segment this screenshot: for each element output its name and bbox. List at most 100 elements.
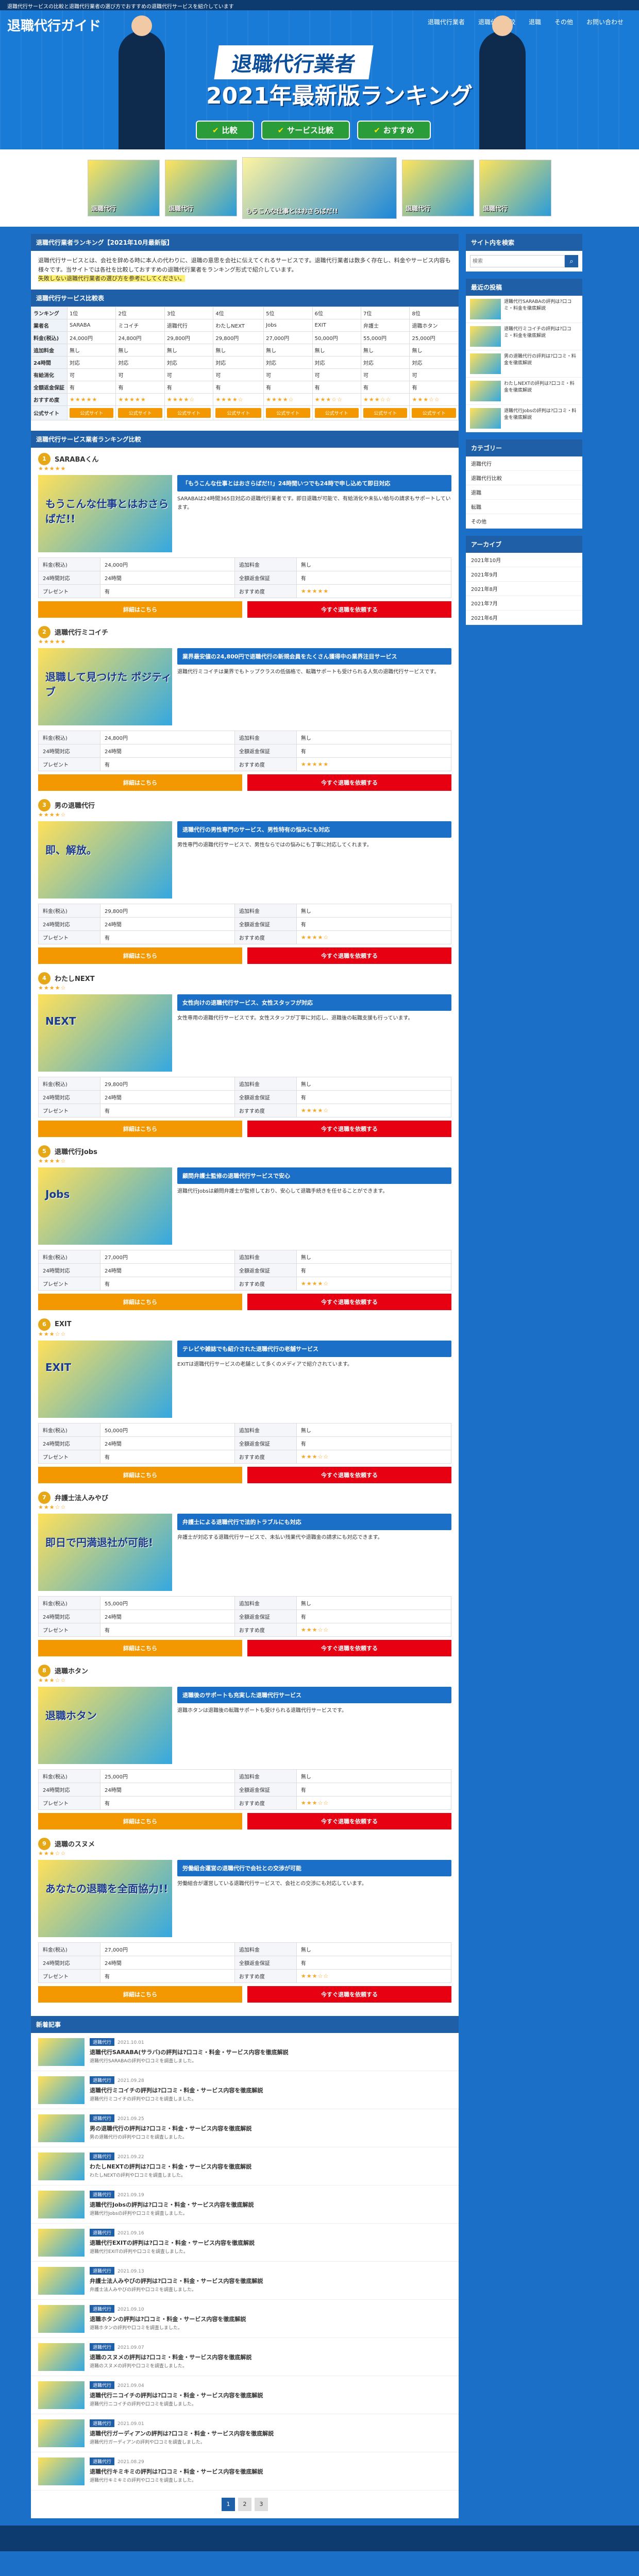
nav-item[interactable]: 退職代行業者 [428, 18, 465, 26]
official-site-button[interactable]: 公式サイト [266, 408, 310, 418]
news-item[interactable]: 退職代行 2021.09.25 男の退職代行の評判は?口コミ・料金・サービス内容を徹… [31, 2109, 459, 2147]
news-item[interactable]: 退職代行 2021.09.13 弁護士法人みやびの評判は?口コミ・料金・サービス内容… [31, 2262, 459, 2300]
sidebar-archive-link[interactable]: 2021年10月 [466, 553, 582, 567]
banner-feature[interactable]: もうこんな仕事とはおさらばだ!! [242, 157, 397, 219]
sidebar-recent-item[interactable]: 退職代行Jobsの評判は?口コミ・料金を徹底解説 [466, 405, 582, 432]
news-item[interactable]: 退職代行 2021.09.16 退職代行EXITの評判は?口コミ・料金・サービス内容… [31, 2224, 459, 2262]
page-button[interactable]: 2 [238, 2497, 251, 2511]
sidebar-recent-item[interactable]: 退職代行SARABAの評判は?口コミ・料金を徹底解説 [466, 296, 582, 323]
details-button[interactable]: 詳細はこちら [38, 1466, 242, 1483]
details-button[interactable]: 詳細はこちら [38, 947, 242, 964]
official-site-button[interactable]: 公式サイト [314, 408, 359, 418]
ranking-item-image[interactable]: NEXT [38, 994, 172, 1072]
ranking-item-name[interactable]: 退職のスヌメ [55, 1839, 95, 1849]
news-title[interactable]: 退職代行ミコイチの評判は?口コミ・料金・サービス内容を徹底解説 [90, 2086, 263, 2094]
news-title[interactable]: 退職代行Jobsの評判は?口コミ・料金・サービス内容を徹底解説 [90, 2200, 254, 2209]
details-button[interactable]: 詳細はこちら [38, 1293, 242, 1310]
banner-thumb[interactable]: 退職代行 [402, 160, 474, 216]
page-button[interactable]: 3 [255, 2497, 268, 2511]
sidebar-category-link[interactable]: 退職代行比較 [466, 471, 582, 485]
news-item[interactable]: 退職代行 2021.10.01 退職代行SARABA(サラバ)の評判は?口コミ・料金… [31, 2033, 459, 2071]
banner-thumb[interactable]: 退職代行 [88, 160, 160, 216]
news-item[interactable]: 退職代行 2021.09.19 退職代行Jobsの評判は?口コミ・料金・サービス内容… [31, 2185, 459, 2224]
intro-highlight[interactable]: 失敗しない退職代行業者の選び方を参考にしてください。 [38, 275, 186, 282]
apply-button[interactable]: 今すぐ退職を依頼する [247, 601, 451, 618]
details-button[interactable]: 詳細はこちら [38, 601, 242, 618]
ranking-item-image[interactable]: 退職ホタン [38, 1686, 172, 1764]
sidebar-category-link[interactable]: 転職 [466, 500, 582, 514]
news-item[interactable]: 退職代行 2021.08.29 退職代行キミキミの評判は?口コミ・料金・サービス内容… [31, 2452, 459, 2490]
ranking-item-name[interactable]: SARABAくん [55, 454, 98, 464]
ranking-item-image[interactable]: 即、解放。 [38, 821, 172, 899]
sidebar-category-link[interactable]: その他 [466, 514, 582, 529]
news-item[interactable]: 退職代行 2021.09.28 退職代行ミコイチの評判は?口コミ・料金・サービス内容… [31, 2071, 459, 2109]
details-button[interactable]: 詳細はこちら [38, 1986, 242, 2003]
ranking-item-image[interactable]: もうこんな仕事とはおさらばだ!! [38, 474, 172, 552]
official-site-button[interactable]: 公式サイト [118, 408, 162, 418]
nav-item[interactable]: 退職 [529, 18, 541, 26]
news-title[interactable]: 退職ホタンの評判は?口コミ・料金・サービス内容を徹底解説 [90, 2315, 246, 2323]
search-icon[interactable]: ⌕ [565, 255, 578, 267]
sidebar-recent-item[interactable]: 男の退職代行の評判は?口コミ・料金を徹底解説 [466, 350, 582, 378]
official-site-button[interactable]: 公式サイト [363, 408, 408, 418]
apply-button[interactable]: 今すぐ退職を依頼する [247, 947, 451, 964]
ranking-item-image[interactable]: Jobs [38, 1167, 172, 1245]
sidebar-recent-item[interactable]: 退職代行ミコイチの評判は?口コミ・料金を徹底解説 [466, 323, 582, 350]
ranking-item-name[interactable]: 退職代行ミコイチ [55, 627, 108, 637]
details-button[interactable]: 詳細はこちら [38, 774, 242, 791]
ranking-item-image[interactable]: 退職して見つけた ポジティブ [38, 648, 172, 725]
sidebar-archive-link[interactable]: 2021年8月 [466, 582, 582, 596]
news-title[interactable]: 男の退職代行の評判は?口コミ・料金・サービス内容を徹底解説 [90, 2124, 251, 2132]
news-title[interactable]: 弁護士法人みやびの評判は?口コミ・料金・サービス内容を徹底解説 [90, 2277, 263, 2285]
news-item[interactable]: 退職代行 2021.09.04 退職代行ニコイチの評判は?口コミ・料金・サービス内容… [31, 2376, 459, 2414]
apply-button[interactable]: 今すぐ退職を依頼する [247, 1812, 451, 1829]
news-title[interactable]: 退職代行キミキミの評判は?口コミ・料金・サービス内容を徹底解説 [90, 2467, 263, 2476]
search-input[interactable] [470, 255, 565, 267]
hero-button[interactable]: ✔ サービス比較 [261, 121, 350, 140]
apply-button[interactable]: 今すぐ退職を依頼する [247, 774, 451, 791]
sidebar-recent-item[interactable]: わたしNEXTの評判は?口コミ・料金を徹底解説 [466, 378, 582, 405]
apply-button[interactable]: 今すぐ退職を依頼する [247, 1466, 451, 1483]
sidebar-category-link[interactable]: 退職代行 [466, 456, 582, 471]
details-button[interactable]: 詳細はこちら [38, 1812, 242, 1829]
sidebar-archive-link[interactable]: 2021年7月 [466, 596, 582, 611]
news-item[interactable]: 退職代行 2021.09.10 退職ホタンの評判は?口コミ・料金・サービス内容を徹底… [31, 2300, 459, 2338]
nav-item[interactable]: お問い合わせ [586, 18, 624, 26]
apply-button[interactable]: 今すぐ退職を依頼する [247, 1293, 451, 1310]
ranking-item-name[interactable]: 退職代行Jobs [55, 1146, 97, 1156]
details-button[interactable]: 詳細はこちら [38, 1120, 242, 1137]
official-site-button[interactable]: 公式サイト [215, 408, 262, 418]
sidebar-category-link[interactable]: 退職 [466, 485, 582, 500]
banner-thumb[interactable]: 退職代行 [479, 160, 551, 216]
banner-thumb[interactable]: 退職代行 [165, 160, 237, 216]
ranking-item-name[interactable]: わたしNEXT [55, 973, 95, 983]
page-button[interactable]: 1 [222, 2497, 235, 2511]
ranking-item-name[interactable]: 男の退職代行 [55, 800, 95, 810]
ranking-item-image[interactable]: 即日で円満退社が可能! [38, 1513, 172, 1591]
hero-button[interactable]: ✔ 比較 [196, 121, 254, 140]
news-item[interactable]: 退職代行 2021.09.22 わたしNEXTの評判は?口コミ・料金・サービス内容を… [31, 2147, 459, 2185]
ranking-item-name[interactable]: 弁護士法人みやび [55, 1493, 108, 1502]
news-item[interactable]: 退職代行 2021.09.07 退職のスヌメの評判は?口コミ・料金・サービス内容を徹… [31, 2338, 459, 2376]
news-title[interactable]: 退職代行EXITの評判は?口コミ・料金・サービス内容を徹底解説 [90, 2239, 255, 2247]
sidebar-archive-link[interactable]: 2021年6月 [466, 611, 582, 625]
official-site-button[interactable]: 公式サイト [70, 408, 114, 418]
news-title[interactable]: 退職代行SARABA(サラバ)の評判は?口コミ・料金・サービス内容を徹底解説 [90, 2048, 289, 2056]
ranking-item-image[interactable]: EXIT [38, 1340, 172, 1418]
news-item[interactable]: 退職代行 2021.09.01 退職代行ガーディアンの評判は?口コミ・料金・サービス… [31, 2414, 459, 2452]
details-button[interactable]: 詳細はこちら [38, 1639, 242, 1656]
news-title[interactable]: わたしNEXTの評判は?口コミ・料金・サービス内容を徹底解説 [90, 2162, 251, 2171]
news-title[interactable]: 退職代行ガーディアンの評判は?口コミ・料金・サービス内容を徹底解説 [90, 2429, 274, 2437]
apply-button[interactable]: 今すぐ退職を依頼する [247, 1986, 451, 2003]
ranking-item-name[interactable]: EXIT [55, 1320, 72, 1328]
official-site-button[interactable]: 公式サイト [412, 408, 456, 418]
ranking-item-image[interactable]: あなたの退職を全面協力!! [38, 1859, 172, 1937]
official-site-button[interactable]: 公式サイト [166, 408, 211, 418]
sidebar-archive-link[interactable]: 2021年9月 [466, 567, 582, 582]
apply-button[interactable]: 今すぐ退職を依頼する [247, 1120, 451, 1137]
ranking-item-name[interactable]: 退職ホタン [55, 1666, 88, 1675]
nav-item[interactable]: その他 [554, 18, 573, 26]
apply-button[interactable]: 今すぐ退職を依頼する [247, 1639, 451, 1656]
news-title[interactable]: 退職のスヌメの評判は?口コミ・料金・サービス内容を徹底解説 [90, 2353, 251, 2361]
hero-button[interactable]: ✔ おすすめ [357, 121, 431, 140]
